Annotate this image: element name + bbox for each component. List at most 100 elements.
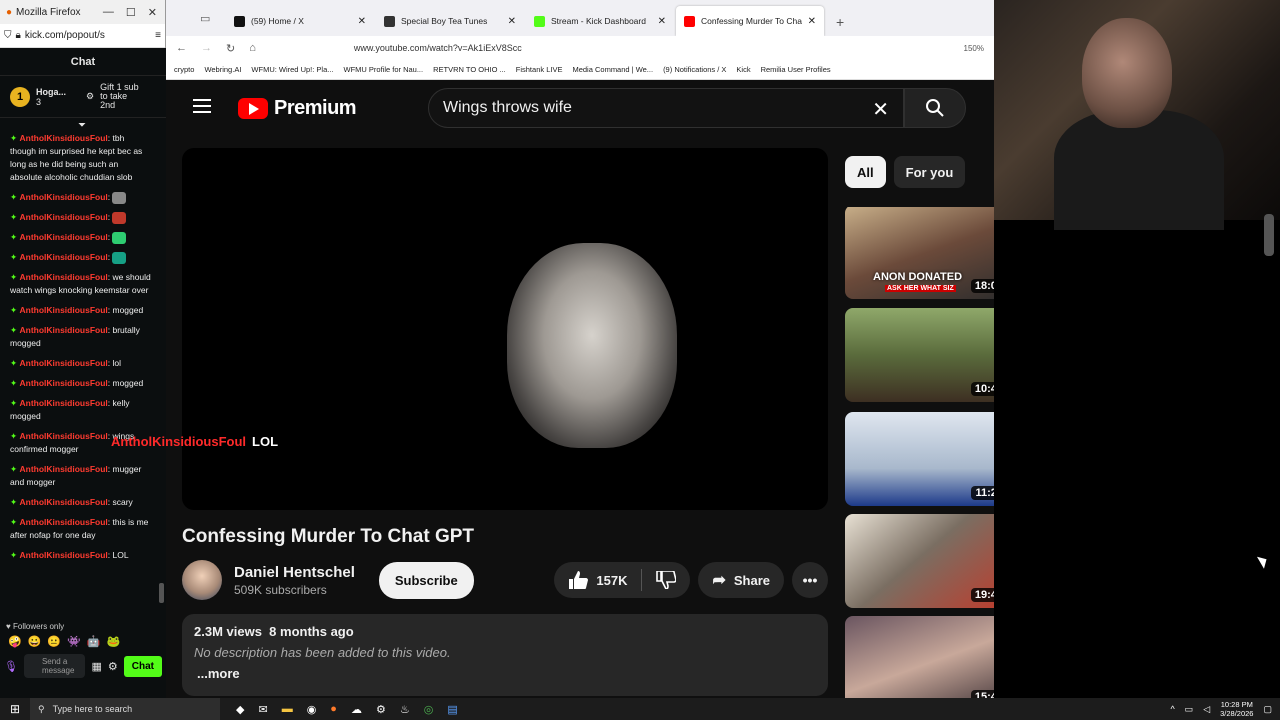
mail-icon[interactable]: ✉: [258, 703, 267, 716]
settings-icon[interactable]: ⚙: [376, 703, 386, 716]
video-thumbnail[interactable]: 19:41: [845, 514, 994, 608]
chat-username[interactable]: AntholKinsidiousFoul: [19, 133, 107, 143]
menu-icon[interactable]: ≡: [155, 30, 161, 41]
microphone-icon[interactable]: 🎙︎: [4, 660, 18, 673]
recommended-video[interactable]: 10:42Child Predator Realizes He's Caught…: [845, 308, 994, 404]
browser-tab[interactable]: Confessing Murder To Chat ✕: [676, 6, 824, 36]
tray-chevron-icon[interactable]: ^: [1170, 704, 1174, 714]
search-input[interactable]: Wings throws wife ✕: [428, 88, 904, 128]
bookmark-item[interactable]: Remilia User Profiles: [761, 65, 831, 74]
emote-icon[interactable]: 😀: [28, 635, 42, 648]
chat-username[interactable]: AntholKinsidiousFoul: [19, 358, 107, 368]
channel-avatar[interactable]: [182, 560, 222, 600]
store-icon[interactable]: ▦: [91, 660, 101, 673]
windows-start-icon[interactable]: ⊞: [0, 702, 30, 716]
bookmark-item[interactable]: Kick: [736, 65, 750, 74]
share-button[interactable]: ➦ Share: [698, 562, 784, 598]
tab-overview-icon[interactable]: ▭: [200, 12, 210, 25]
home-icon[interactable]: ⌂: [249, 42, 256, 54]
copilot-icon[interactable]: ◆: [236, 703, 244, 716]
chat-username[interactable]: AntholKinsidiousFoul: [19, 550, 107, 560]
chat-username[interactable]: AntholKinsidiousFoul: [19, 497, 107, 507]
browser-tab[interactable]: Stream - Kick Dashboard ✕: [526, 6, 674, 36]
chat-username[interactable]: AntholKinsidiousFoul: [19, 464, 107, 474]
youtube-premium-logo[interactable]: Premium: [238, 97, 357, 120]
video-thumbnail[interactable]: 11:24: [845, 412, 994, 506]
recommended-video[interactable]: 15:41Boogie2988 Has Mental Breakdown Whe…: [845, 616, 994, 698]
system-clock[interactable]: 10:28 PM 3/28/2026: [1220, 700, 1253, 718]
volume-icon[interactable]: ◁: [1203, 704, 1210, 715]
video-player[interactable]: [182, 148, 828, 510]
collapse-icon[interactable]: ⏷: [78, 120, 86, 131]
emote-icon[interactable]: 😐: [47, 635, 61, 648]
chrome-icon[interactable]: ◎: [424, 703, 434, 716]
show-more-link[interactable]: ...more: [197, 666, 816, 681]
browser-tab[interactable]: (59) Home / X ✕: [226, 6, 374, 36]
notifications-icon[interactable]: ▢: [1263, 704, 1272, 715]
description-box[interactable]: 2.3M views 8 months ago No description h…: [182, 614, 828, 696]
emote-icon[interactable]: 🤖: [87, 635, 101, 648]
chat-username[interactable]: AntholKinsidiousFoul: [19, 305, 107, 315]
minimize-icon[interactable]: —: [103, 6, 114, 19]
bookmark-item[interactable]: Fishtank LIVE: [516, 65, 563, 74]
obs-icon[interactable]: ◉: [307, 703, 317, 716]
subscribe-button[interactable]: Subscribe: [378, 561, 474, 599]
chat-url-bar[interactable]: ⛉ 🔒︎ kick.com/popout/s ≡: [0, 24, 165, 48]
tab-close-icon[interactable]: ✕: [508, 16, 516, 27]
bookmark-item[interactable]: Webring.AI: [204, 65, 241, 74]
new-tab-icon[interactable]: +: [836, 14, 844, 30]
chat-username[interactable]: AntholKinsidiousFoul: [19, 212, 107, 222]
bookmark-item[interactable]: WFMU Profile for Nau...: [344, 65, 424, 74]
menu-hamburger-icon[interactable]: [193, 99, 211, 113]
video-thumbnail[interactable]: 15:41: [845, 616, 994, 698]
bookmark-item[interactable]: (9) Notifications / X: [663, 65, 726, 74]
gift-leaderboard[interactable]: 1 Hoga... 3 ⚙ Gift 1 sub to take 2nd: [0, 76, 166, 118]
thumbs-down-icon[interactable]: [656, 571, 677, 589]
video-thumbnail[interactable]: ANON DONATED ASK HER WHAT SIZ 18:02: [845, 207, 994, 299]
chat-username[interactable]: AntholKinsidiousFoul: [19, 192, 107, 202]
recommended-video[interactable]: ANON DONATEDASK HER WHAT SIZ18:02DRUNK O…: [845, 207, 994, 301]
emote-icon[interactable]: 👾: [67, 635, 81, 648]
tab-close-icon[interactable]: ✕: [808, 16, 816, 27]
recommended-video[interactable]: 11:24[Archive] Dad, I'm a Bronyairlessar…: [845, 412, 994, 508]
channel-name[interactable]: Daniel Hentschel: [234, 564, 355, 581]
chat-username[interactable]: AntholKinsidiousFoul: [19, 232, 107, 242]
video-thumbnail[interactable]: 10:42: [845, 308, 994, 402]
recommended-video[interactable]: 19:41"Black Death" Mega Sour Challenge (…: [845, 514, 994, 610]
bookmark-item[interactable]: WFMU: Wired Up!: Pla...: [251, 65, 333, 74]
tab-close-icon[interactable]: ✕: [658, 16, 666, 27]
chip-for-you[interactable]: For you: [893, 156, 966, 188]
network-icon[interactable]: ▭: [1185, 704, 1194, 715]
chat-send-button[interactable]: Chat: [123, 655, 162, 677]
reload-icon[interactable]: ↻: [226, 42, 235, 55]
search-button[interactable]: [904, 88, 966, 128]
clear-search-icon[interactable]: ✕: [872, 97, 889, 122]
steam-icon[interactable]: ♨: [400, 703, 410, 716]
gift-label[interactable]: Gift 1 sub to take 2nd: [100, 83, 140, 110]
chat-username[interactable]: AntholKinsidiousFoul: [19, 252, 107, 262]
page-scrollbar[interactable]: [1264, 214, 1274, 256]
back-icon[interactable]: ←: [176, 42, 187, 54]
emote-bar[interactable]: 🤪 😀 😐 👾 🤖 🐸: [0, 633, 166, 650]
zoom-level[interactable]: 150%: [964, 44, 984, 53]
chat-username[interactable]: AntholKinsidiousFoul: [19, 398, 107, 408]
more-actions-button[interactable]: •••: [792, 562, 828, 598]
send-message-input[interactable]: Send a message: [23, 654, 86, 678]
forward-icon[interactable]: →: [201, 42, 212, 54]
browser-tab[interactable]: Special Boy Tea Tunes ✕: [376, 6, 524, 36]
tab-close-icon[interactable]: ✕: [358, 16, 366, 27]
chat-url[interactable]: kick.com/popout/s: [25, 30, 105, 41]
taskbar-search[interactable]: ⚲ Type here to search: [30, 698, 220, 720]
search-query[interactable]: Wings throws wife: [443, 99, 572, 117]
address-bar[interactable]: www.youtube.com/watch?v=Ak1iExV8Scc: [354, 43, 522, 53]
taskbar-search-placeholder[interactable]: Type here to search: [53, 704, 133, 714]
like-button[interactable]: 157K: [568, 571, 627, 589]
app-icon[interactable]: ☁: [351, 703, 362, 716]
bookmark-item[interactable]: RETVRN TO OHIO ...: [433, 65, 506, 74]
chat-username[interactable]: AntholKinsidiousFoul: [19, 325, 107, 335]
bookmark-item[interactable]: crypto: [174, 65, 194, 74]
firefox-taskbar-icon[interactable]: ●: [330, 703, 337, 716]
chip-all[interactable]: All: [845, 156, 886, 188]
chat-username[interactable]: AntholKinsidiousFoul: [19, 431, 107, 441]
emote-icon[interactable]: 🤪: [8, 635, 22, 648]
